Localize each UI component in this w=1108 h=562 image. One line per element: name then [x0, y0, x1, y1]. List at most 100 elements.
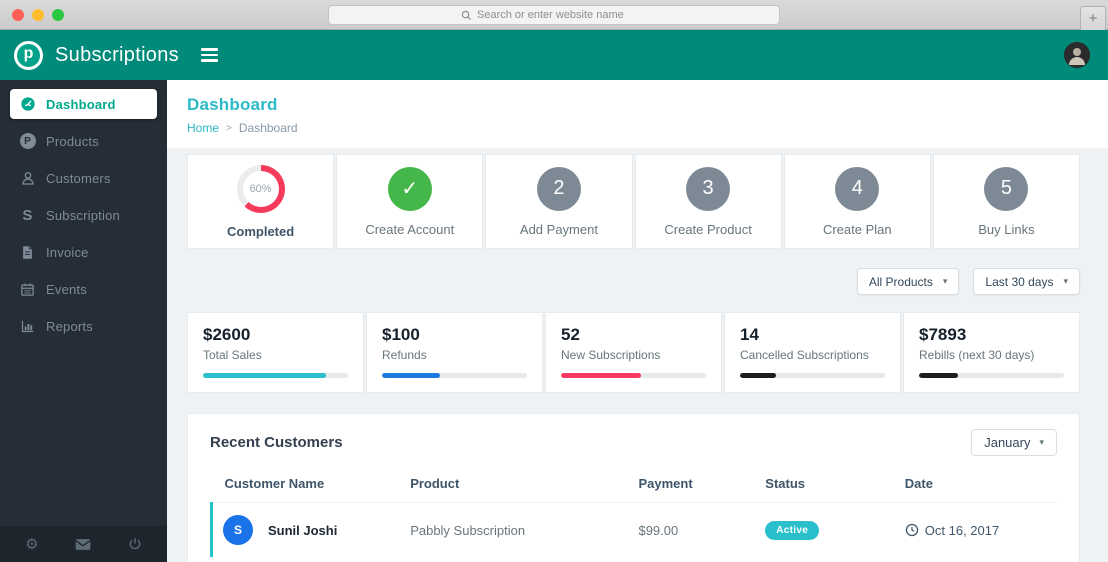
step-number: 2 [536, 166, 581, 211]
zoom-window-button[interactable] [52, 9, 64, 21]
breadcrumb-separator: > [226, 122, 232, 134]
search-icon [461, 10, 472, 20]
column-payment: Payment [638, 472, 766, 503]
stat-value: $7893 [919, 325, 967, 344]
sidebar: Dashboard P Products Customers S Subscri… [0, 80, 167, 562]
step-number: 3 [686, 166, 731, 211]
brand-title: Subscriptions [55, 43, 179, 66]
address-bar[interactable] [328, 5, 780, 25]
stat-rebills: $7893 Rebills (next 30 days) [903, 312, 1080, 393]
progress-ring: 60% [236, 164, 285, 213]
breadcrumb-home-link[interactable]: Home [187, 121, 219, 135]
sidebar-item-dashboard[interactable]: Dashboard [10, 89, 157, 119]
pabbly-logo: p [14, 40, 43, 70]
customer-product: Pabbly Subscription [410, 522, 526, 538]
app-header: p Subscriptions [0, 30, 1108, 80]
browser-window: + p Subscriptions Dashboard [0, 0, 1108, 562]
step-label: Completed [227, 223, 295, 239]
stat-total-sales: $2600 Total Sales [187, 312, 364, 393]
stat-label: Rebills (next 30 days) [919, 348, 1035, 362]
customers-person-icon [19, 170, 36, 187]
stat-label: Refunds [382, 348, 427, 362]
step-add-payment-card[interactable]: 2 Add Payment [485, 154, 633, 249]
step-completed-card: 60% Completed [187, 154, 335, 249]
sidebar-item-label: Events [46, 281, 87, 297]
menu-toggle-icon[interactable] [200, 48, 218, 62]
progress-bar [382, 373, 527, 378]
sidebar-nav: Dashboard P Products Customers S Subscri… [0, 80, 167, 348]
product-filter-select[interactable]: All Products ▾ [856, 268, 960, 295]
sidebar-footer: ⚙ [0, 526, 167, 562]
events-calendar-icon [19, 281, 36, 298]
window-controls [12, 9, 64, 21]
column-customer-name: Customer Name [211, 472, 411, 503]
step-create-product-card[interactable]: 3 Create Product [634, 154, 782, 249]
search-input[interactable] [477, 9, 647, 21]
mail-icon[interactable] [66, 538, 100, 551]
dashboard-gauge-icon [19, 96, 36, 113]
date-range-select[interactable]: Last 30 days ▾ [973, 268, 1080, 295]
step-buy-links-card[interactable]: 5 Buy Links [932, 154, 1081, 249]
customer-name: Sunil Joshi [268, 522, 338, 538]
customer-payment: $99.00 [638, 522, 679, 538]
sidebar-item-label: Products [46, 133, 99, 149]
table-header-row: Customer Name Product Payment Status Dat… [211, 472, 1057, 503]
power-icon[interactable] [118, 537, 152, 551]
sidebar-item-invoice[interactable]: Invoice [10, 237, 157, 267]
month-value: January [984, 435, 1031, 450]
status-badge: Active [765, 520, 820, 540]
customer-avatar: S [223, 515, 253, 545]
close-window-button[interactable] [12, 9, 24, 21]
stat-value: $100 [382, 325, 420, 344]
month-select[interactable]: January ▾ [971, 429, 1057, 456]
chevron-down-icon: ▾ [942, 276, 948, 286]
onboarding-steps: 60% Completed ✓ Create Account 2 Add Pay… [187, 154, 1081, 249]
sidebar-item-label: Reports [46, 318, 93, 334]
sidebar-item-label: Invoice [46, 244, 89, 260]
stat-value: $2600 [203, 325, 251, 344]
stat-value: 14 [740, 325, 759, 344]
page-header: Dashboard Home > Dashboard [167, 80, 1108, 148]
stat-refunds: $100 Refunds [366, 312, 543, 393]
stat-cancelled-subscriptions: 14 Cancelled Subscriptions [724, 312, 901, 393]
step-create-account-card[interactable]: ✓ Create Account [336, 154, 484, 249]
step-number: 4 [835, 166, 880, 211]
step-label: Create Plan [822, 221, 892, 237]
check-icon: ✓ [387, 166, 432, 211]
main-panel: Dashboard Home > Dashboard 60% Completed… [167, 80, 1108, 562]
stat-label: Cancelled Subscriptions [740, 348, 869, 362]
sidebar-item-customers[interactable]: Customers [10, 163, 157, 193]
new-tab-button[interactable]: + [1080, 6, 1106, 30]
step-label: Buy Links [978, 221, 1035, 237]
step-label: Create Product [664, 221, 752, 237]
minimize-window-button[interactable] [32, 9, 44, 21]
sidebar-item-subscription[interactable]: S Subscription [10, 200, 157, 230]
step-number: 5 [984, 166, 1029, 211]
sidebar-item-events[interactable]: Events [10, 274, 157, 304]
sidebar-item-reports[interactable]: Reports [10, 311, 157, 341]
sidebar-item-products[interactable]: P Products [10, 126, 157, 156]
settings-gear-icon[interactable]: ⚙ [15, 535, 49, 553]
product-filter-value: All Products [868, 274, 933, 289]
progress-percent: 60% [242, 170, 279, 207]
progress-bar [561, 373, 706, 378]
progress-bar [203, 373, 348, 378]
subscription-icon: S [22, 206, 33, 224]
customer-date: Oct 16, 2017 [924, 522, 1000, 538]
browser-chrome: + [0, 0, 1108, 30]
step-label: Create Account [365, 221, 455, 237]
step-create-plan-card[interactable]: 4 Create Plan [783, 154, 931, 249]
avatar-image [1064, 42, 1090, 68]
products-icon: P [19, 133, 36, 150]
recent-customers-card: Recent Customers January ▾ Customer Name… [187, 413, 1080, 562]
table-row[interactable]: S Sunil Joshi Pabbly Subscription $99.00… [210, 502, 1058, 557]
date-range-value: Last 30 days [985, 274, 1054, 289]
column-date: Date [904, 472, 1057, 503]
stat-label: New Subscriptions [561, 348, 661, 362]
user-avatar[interactable] [1064, 42, 1090, 68]
stat-label: Total Sales [203, 348, 262, 362]
clock-icon [905, 523, 918, 537]
chevron-down-icon: ▾ [1063, 276, 1068, 286]
page-title: Dashboard [187, 95, 278, 114]
stat-value: 52 [561, 325, 580, 344]
